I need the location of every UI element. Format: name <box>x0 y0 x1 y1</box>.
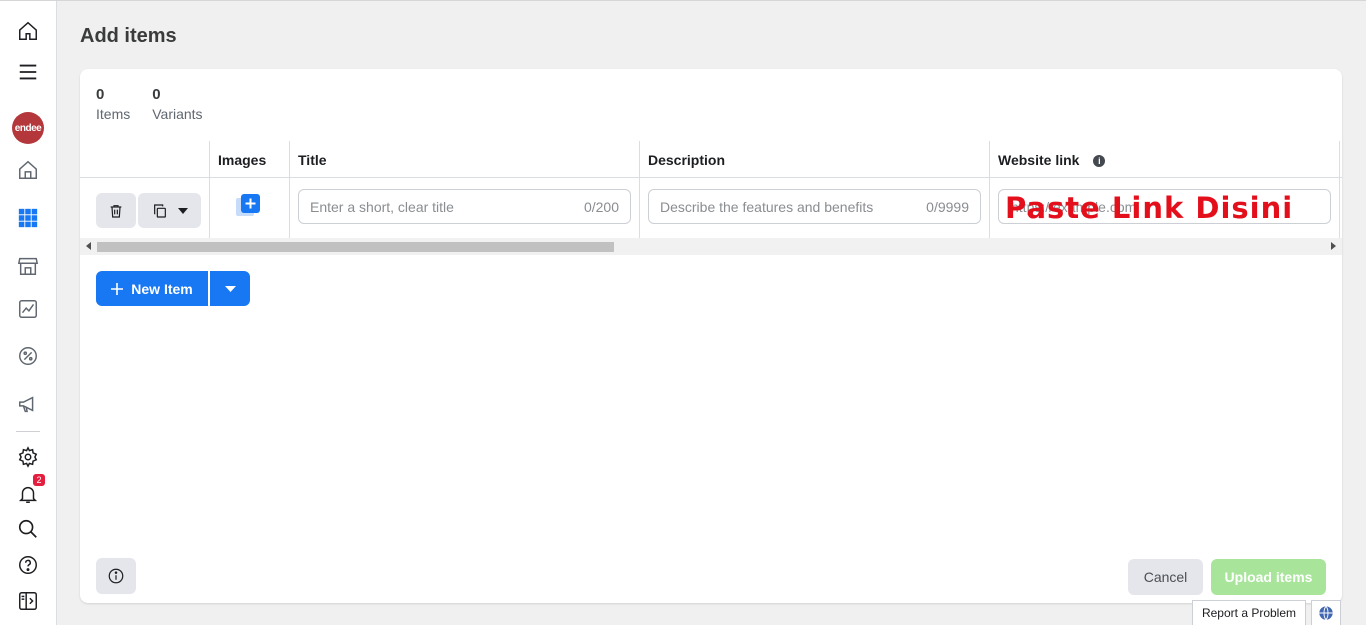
images-column-header: Images <box>210 141 290 177</box>
scroll-left-arrow[interactable] <box>86 242 91 250</box>
upload-items-button[interactable]: Upload items <box>1211 559 1326 595</box>
panel-toggle-icon[interactable] <box>14 587 42 615</box>
cancel-button[interactable]: Cancel <box>1128 559 1203 595</box>
avatar-label: endee <box>14 122 42 134</box>
gear-icon[interactable] <box>14 443 42 471</box>
info-circle-icon <box>108 568 124 584</box>
shop-icon[interactable] <box>14 252 42 280</box>
title-header: Title <box>298 152 327 168</box>
sidebar-divider <box>16 431 40 432</box>
title-placeholder: Enter a short, clear title <box>310 198 454 215</box>
website-header: Website link i <box>998 152 1106 168</box>
duplicate-dropdown-button[interactable] <box>138 193 201 228</box>
scroll-right-arrow[interactable] <box>1331 242 1336 250</box>
megaphone-icon[interactable] <box>14 390 42 418</box>
trash-icon <box>110 204 122 218</box>
website-header-label: Website link <box>998 152 1080 168</box>
help-icon[interactable] <box>14 551 42 579</box>
discount-icon[interactable] <box>14 342 42 370</box>
table-header: Images Title Description Website link i <box>80 141 1342 178</box>
delete-button[interactable] <box>96 193 136 228</box>
left-sidebar: endee 2 <box>0 1 57 625</box>
caret-down-icon <box>224 285 236 292</box>
items-count: 0 <box>96 86 105 103</box>
globe-icon[interactable] <box>1311 600 1341 625</box>
items-stat: 0 Items <box>96 86 130 122</box>
description-counter: 0/9999 <box>926 198 969 215</box>
insights-icon[interactable] <box>14 295 42 323</box>
description-column-header: Description <box>640 141 990 177</box>
images-header: Images <box>218 152 267 168</box>
new-item-dropdown-button[interactable] <box>210 271 250 306</box>
page-title: Add items <box>80 25 177 47</box>
home-outline-icon[interactable] <box>14 17 42 45</box>
copy-icon <box>153 203 166 218</box>
paste-link-annotation: Paste Link Disini <box>1005 191 1294 225</box>
info-icon[interactable]: i <box>1093 155 1106 167</box>
website-column-header: Website link i <box>990 141 1340 177</box>
info-button[interactable] <box>96 558 136 594</box>
images-cell <box>210 178 290 238</box>
title-input[interactable]: Enter a short, clear title 0/200 <box>298 189 631 224</box>
variants-count: 0 <box>152 86 161 103</box>
variants-label: Variants <box>152 106 203 122</box>
grid-icon[interactable] <box>14 204 42 232</box>
new-item-button[interactable]: New Item <box>96 271 208 306</box>
notification-badge: 2 <box>33 474 45 486</box>
add-items-card: 0 Items 0 Variants Images Title Descript… <box>80 69 1342 603</box>
description-input[interactable]: Describe the features and benefits 0/999… <box>648 189 981 224</box>
title-cell: Enter a short, clear title 0/200 <box>290 178 640 238</box>
row-actions-cell <box>80 178 210 238</box>
add-image-icon[interactable] <box>236 194 262 223</box>
items-label: Items <box>96 106 131 122</box>
plus-icon <box>111 282 124 295</box>
caret-down-icon <box>177 207 188 214</box>
title-column-header: Title <box>290 141 640 177</box>
variants-stat: 0 Variants <box>152 86 202 122</box>
report-problem-button[interactable]: Report a Problem <box>1192 600 1306 625</box>
description-placeholder: Describe the features and benefits <box>660 198 874 215</box>
search-icon[interactable] <box>14 515 42 543</box>
title-counter: 0/200 <box>583 198 619 215</box>
actions-column-header <box>80 141 210 177</box>
bell-icon[interactable]: 2 <box>14 474 45 508</box>
menu-icon[interactable] <box>14 58 42 86</box>
avatar[interactable]: endee <box>12 112 44 144</box>
stats: 0 Items 0 Variants <box>96 86 203 122</box>
horizontal-scrollbar[interactable] <box>80 238 1342 255</box>
new-item-label: New Item <box>131 280 193 297</box>
storefront-home-icon[interactable] <box>14 156 42 184</box>
description-header: Description <box>648 152 726 168</box>
scroll-thumb[interactable] <box>97 242 614 252</box>
description-cell: Describe the features and benefits 0/999… <box>640 178 990 238</box>
